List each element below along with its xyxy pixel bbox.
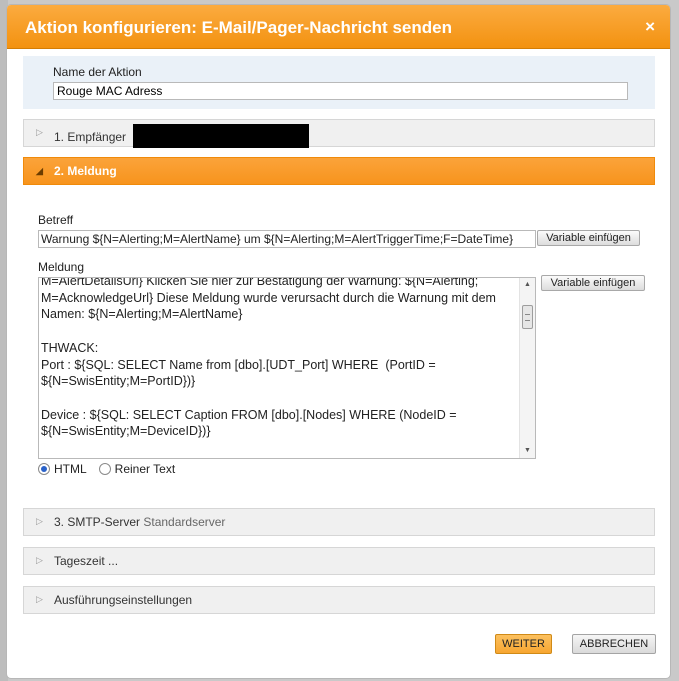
expand-arrow-icon: ▷ bbox=[36, 594, 43, 604]
subject-insert-variable-button[interactable]: Variable einfügen bbox=[537, 230, 640, 246]
section-smtp-sub: Standardserver bbox=[143, 515, 226, 529]
redacted-recipients-block bbox=[133, 124, 310, 148]
action-name-input[interactable] bbox=[53, 82, 628, 100]
action-name-label: Name der Aktion bbox=[53, 65, 142, 79]
section-recipients-label: 1. Empfänger bbox=[54, 130, 127, 145]
message-body-text: M=AlertDetailsUrl} Klicken Sie hier zur … bbox=[41, 277, 496, 439]
section-message[interactable]: ◢ 2. Meldung bbox=[23, 157, 655, 185]
scroll-down-arrow-icon[interactable]: ▼ bbox=[520, 444, 535, 458]
section-message-label: 2. Meldung bbox=[54, 164, 117, 178]
message-label: Meldung bbox=[38, 260, 85, 274]
subject-input[interactable]: Warnung ${N=Alerting;M=AlertName} um ${N… bbox=[38, 230, 536, 248]
plain-text-radio-label[interactable]: Reiner Text bbox=[115, 462, 175, 476]
message-format-options: HTML Reiner Text bbox=[38, 462, 183, 476]
expand-arrow-icon: ▷ bbox=[36, 555, 43, 565]
html-radio-label[interactable]: HTML bbox=[54, 462, 87, 476]
next-button[interactable]: WEITER bbox=[495, 634, 552, 654]
section-time-of-day[interactable]: ▷ Tageszeit ... bbox=[23, 547, 655, 575]
expand-arrow-icon: ▷ bbox=[36, 127, 43, 137]
section-time-of-day-label: Tageszeit ... bbox=[54, 554, 119, 568]
configure-action-dialog: Aktion konfigurieren: E-Mail/Pager-Nachr… bbox=[6, 4, 671, 679]
expand-arrow-icon: ▷ bbox=[36, 516, 43, 526]
html-radio[interactable] bbox=[38, 463, 50, 475]
section-smtp-server[interactable]: ▷ 3. SMTP-Server Standardserver bbox=[23, 508, 655, 536]
dialog-title: Aktion konfigurieren: E-Mail/Pager-Nachr… bbox=[25, 18, 452, 37]
section-execution-settings[interactable]: ▷ Ausführungseinstellungen bbox=[23, 586, 655, 614]
section-execution-label: Ausführungseinstellungen bbox=[54, 593, 193, 607]
scrollbar-thumb[interactable] bbox=[522, 305, 533, 329]
message-textarea[interactable]: M=AlertDetailsUrl} Klicken Sie hier zur … bbox=[38, 277, 536, 459]
cancel-button[interactable]: ABBRECHEN bbox=[572, 634, 656, 654]
plain-text-radio[interactable] bbox=[98, 463, 111, 475]
section-recipients[interactable]: ▷ 1. Empfänger bbox=[23, 119, 655, 148]
close-icon[interactable]: × bbox=[645, 17, 655, 37]
action-name-panel: Name der Aktion bbox=[23, 56, 655, 109]
subject-label: Betreff bbox=[38, 213, 74, 227]
scroll-up-arrow-icon[interactable]: ▲ bbox=[520, 278, 535, 292]
section-smtp-label: 3. SMTP-Server bbox=[54, 515, 141, 529]
collapse-arrow-icon: ◢ bbox=[36, 166, 43, 176]
message-insert-variable-button[interactable]: Variable einfügen bbox=[541, 275, 645, 291]
dialog-titlebar: Aktion konfigurieren: E-Mail/Pager-Nachr… bbox=[7, 5, 670, 49]
message-scrollbar[interactable]: ▲ ▼ bbox=[519, 278, 535, 458]
